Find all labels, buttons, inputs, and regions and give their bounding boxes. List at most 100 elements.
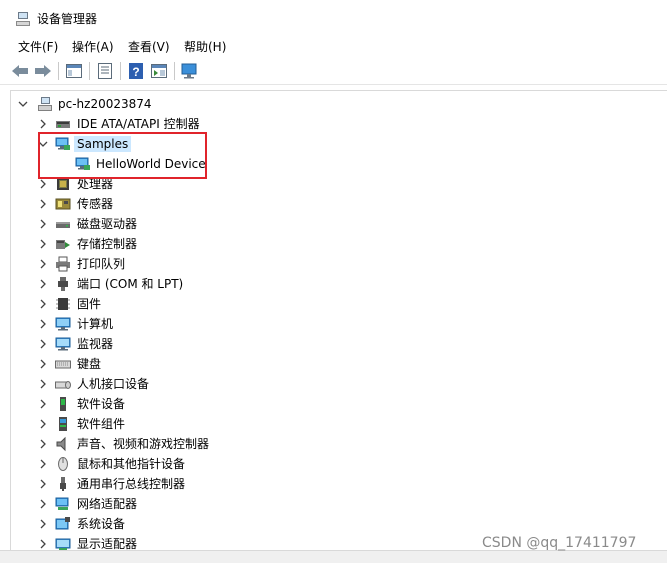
tree-item-label: 显示适配器 bbox=[77, 537, 138, 551]
help-icon[interactable]: ? bbox=[126, 61, 146, 81]
highlight-box bbox=[38, 132, 207, 179]
menu-help[interactable]: 帮助(H) bbox=[184, 39, 226, 55]
tree-category-row[interactable]: 固件 bbox=[11, 294, 651, 314]
chevron-right-icon[interactable] bbox=[38, 478, 48, 490]
hid-icon bbox=[55, 376, 71, 392]
tree-item-label: 固件 bbox=[77, 297, 102, 311]
chevron-right-icon[interactable] bbox=[38, 458, 48, 470]
svg-text:?: ? bbox=[132, 65, 139, 79]
chevron-right-icon[interactable] bbox=[38, 198, 48, 210]
tree-item-label: 声音、视频和游戏控制器 bbox=[77, 437, 210, 451]
tree-item-label: 鼠标和其他指针设备 bbox=[77, 457, 186, 471]
tree-category-row[interactable]: 传感器 bbox=[11, 194, 651, 214]
menu-bar: 文件(F) 操作(A) 查看(V) 帮助(H) bbox=[0, 36, 667, 58]
chevron-right-icon[interactable] bbox=[38, 118, 48, 130]
tree-category-row[interactable]: 监视器 bbox=[11, 334, 651, 354]
chevron-right-icon[interactable] bbox=[38, 378, 48, 390]
tree-root-label: pc-hz20023874 bbox=[58, 97, 152, 111]
title-bar: 设备管理器 bbox=[0, 0, 667, 36]
chevron-right-icon[interactable] bbox=[38, 338, 48, 350]
port-icon bbox=[55, 276, 71, 292]
watermark: CSDN @qq_17411797 bbox=[482, 535, 637, 551]
tree-item-label: 软件组件 bbox=[77, 417, 126, 431]
tree-root-row[interactable]: pc-hz20023874 bbox=[11, 94, 651, 114]
system-device-icon bbox=[55, 516, 71, 532]
tree-item-label: 磁盘驱动器 bbox=[77, 217, 138, 231]
toolbar-separator bbox=[89, 62, 90, 80]
tree-item-label: 通用串行总线控制器 bbox=[77, 477, 186, 491]
menu-file[interactable]: 文件(F) bbox=[18, 39, 58, 55]
tree-category-row[interactable]: 磁盘驱动器 bbox=[11, 214, 651, 234]
chevron-right-icon[interactable] bbox=[38, 438, 48, 450]
keyboard-icon bbox=[55, 356, 71, 372]
properties-icon[interactable] bbox=[95, 61, 115, 81]
tree-item-label: IDE ATA/ATAPI 控制器 bbox=[77, 117, 200, 131]
chevron-right-icon[interactable] bbox=[38, 518, 48, 530]
chevron-right-icon[interactable] bbox=[38, 418, 48, 430]
tree-category-row[interactable]: 打印队列 bbox=[11, 254, 651, 274]
mouse-icon bbox=[55, 456, 71, 472]
tree-item-label: 传感器 bbox=[77, 197, 114, 211]
tree-category-row[interactable]: 网络适配器 bbox=[11, 494, 651, 514]
tree-item-label: 监视器 bbox=[77, 337, 114, 351]
toolbar: ? bbox=[0, 58, 667, 85]
chevron-right-icon[interactable] bbox=[38, 538, 48, 550]
toolbar-separator bbox=[58, 62, 59, 80]
chevron-right-icon[interactable] bbox=[38, 318, 48, 330]
action-pane-icon[interactable] bbox=[149, 61, 169, 81]
toolbar-separator bbox=[120, 62, 121, 80]
chevron-right-icon[interactable] bbox=[38, 278, 48, 290]
ide-controller-icon bbox=[55, 116, 71, 132]
tree-item-label: 系统设备 bbox=[77, 517, 126, 531]
chevron-right-icon[interactable] bbox=[38, 498, 48, 510]
sensor-icon bbox=[55, 196, 71, 212]
tree-item-label: 键盘 bbox=[77, 357, 102, 371]
tree-category-row[interactable]: 端口 (COM 和 LPT) bbox=[11, 274, 651, 294]
tree-category-row[interactable]: 软件组件 bbox=[11, 414, 651, 434]
display-adapter-icon bbox=[55, 536, 71, 551]
tree-category-row[interactable]: 软件设备 bbox=[11, 394, 651, 414]
tree-category-row[interactable]: IDE ATA/ATAPI 控制器 bbox=[11, 114, 651, 134]
tree-item-label: 软件设备 bbox=[77, 397, 126, 411]
status-bar bbox=[0, 550, 667, 563]
tree-category-row[interactable]: 鼠标和其他指针设备 bbox=[11, 454, 651, 474]
network-adapter-icon bbox=[55, 496, 71, 512]
printer-icon bbox=[55, 256, 71, 272]
computer-root-icon bbox=[38, 97, 52, 111]
window-title: 设备管理器 bbox=[37, 12, 98, 26]
forward-arrow-icon[interactable] bbox=[33, 61, 53, 81]
tree-category-row[interactable]: 系统设备 bbox=[11, 514, 651, 534]
chevron-right-icon[interactable] bbox=[38, 238, 48, 250]
chevron-right-icon[interactable] bbox=[38, 358, 48, 370]
chevron-right-icon[interactable] bbox=[38, 218, 48, 230]
computer-icon bbox=[55, 316, 71, 332]
chevron-right-icon[interactable] bbox=[38, 258, 48, 270]
tree-category-row[interactable]: 通用串行总线控制器 bbox=[11, 474, 651, 494]
chevron-down-icon[interactable] bbox=[18, 98, 28, 110]
chevron-right-icon[interactable] bbox=[38, 178, 48, 190]
tree-item-label: 网络适配器 bbox=[77, 497, 138, 511]
disk-drive-icon bbox=[55, 216, 71, 232]
firmware-icon bbox=[55, 296, 71, 312]
speaker-icon bbox=[55, 436, 71, 452]
tree-category-row[interactable]: 人机接口设备 bbox=[11, 374, 651, 394]
chevron-right-icon[interactable] bbox=[38, 298, 48, 310]
monitor-icon bbox=[55, 336, 71, 352]
back-arrow-icon[interactable] bbox=[10, 61, 30, 81]
scan-hardware-icon[interactable] bbox=[180, 61, 200, 81]
tree-item-label: 打印队列 bbox=[77, 257, 126, 271]
menu-view[interactable]: 查看(V) bbox=[128, 39, 170, 55]
menu-action[interactable]: 操作(A) bbox=[72, 39, 114, 55]
tree-category-row[interactable]: 计算机 bbox=[11, 314, 651, 334]
storage-controller-icon bbox=[55, 236, 71, 252]
tree-category-row[interactable]: 键盘 bbox=[11, 354, 651, 374]
tree-category-row[interactable]: 声音、视频和游戏控制器 bbox=[11, 434, 651, 454]
tree-category-row[interactable]: 存储控制器 bbox=[11, 234, 651, 254]
show-hide-tree-icon[interactable] bbox=[64, 61, 84, 81]
usb-icon bbox=[55, 476, 71, 492]
chevron-right-icon[interactable] bbox=[38, 398, 48, 410]
device-manager-app-icon bbox=[16, 12, 30, 26]
tree-item-label: 人机接口设备 bbox=[77, 377, 150, 391]
software-device-icon bbox=[55, 396, 71, 412]
tree-item-label: 端口 (COM 和 LPT) bbox=[77, 277, 184, 291]
